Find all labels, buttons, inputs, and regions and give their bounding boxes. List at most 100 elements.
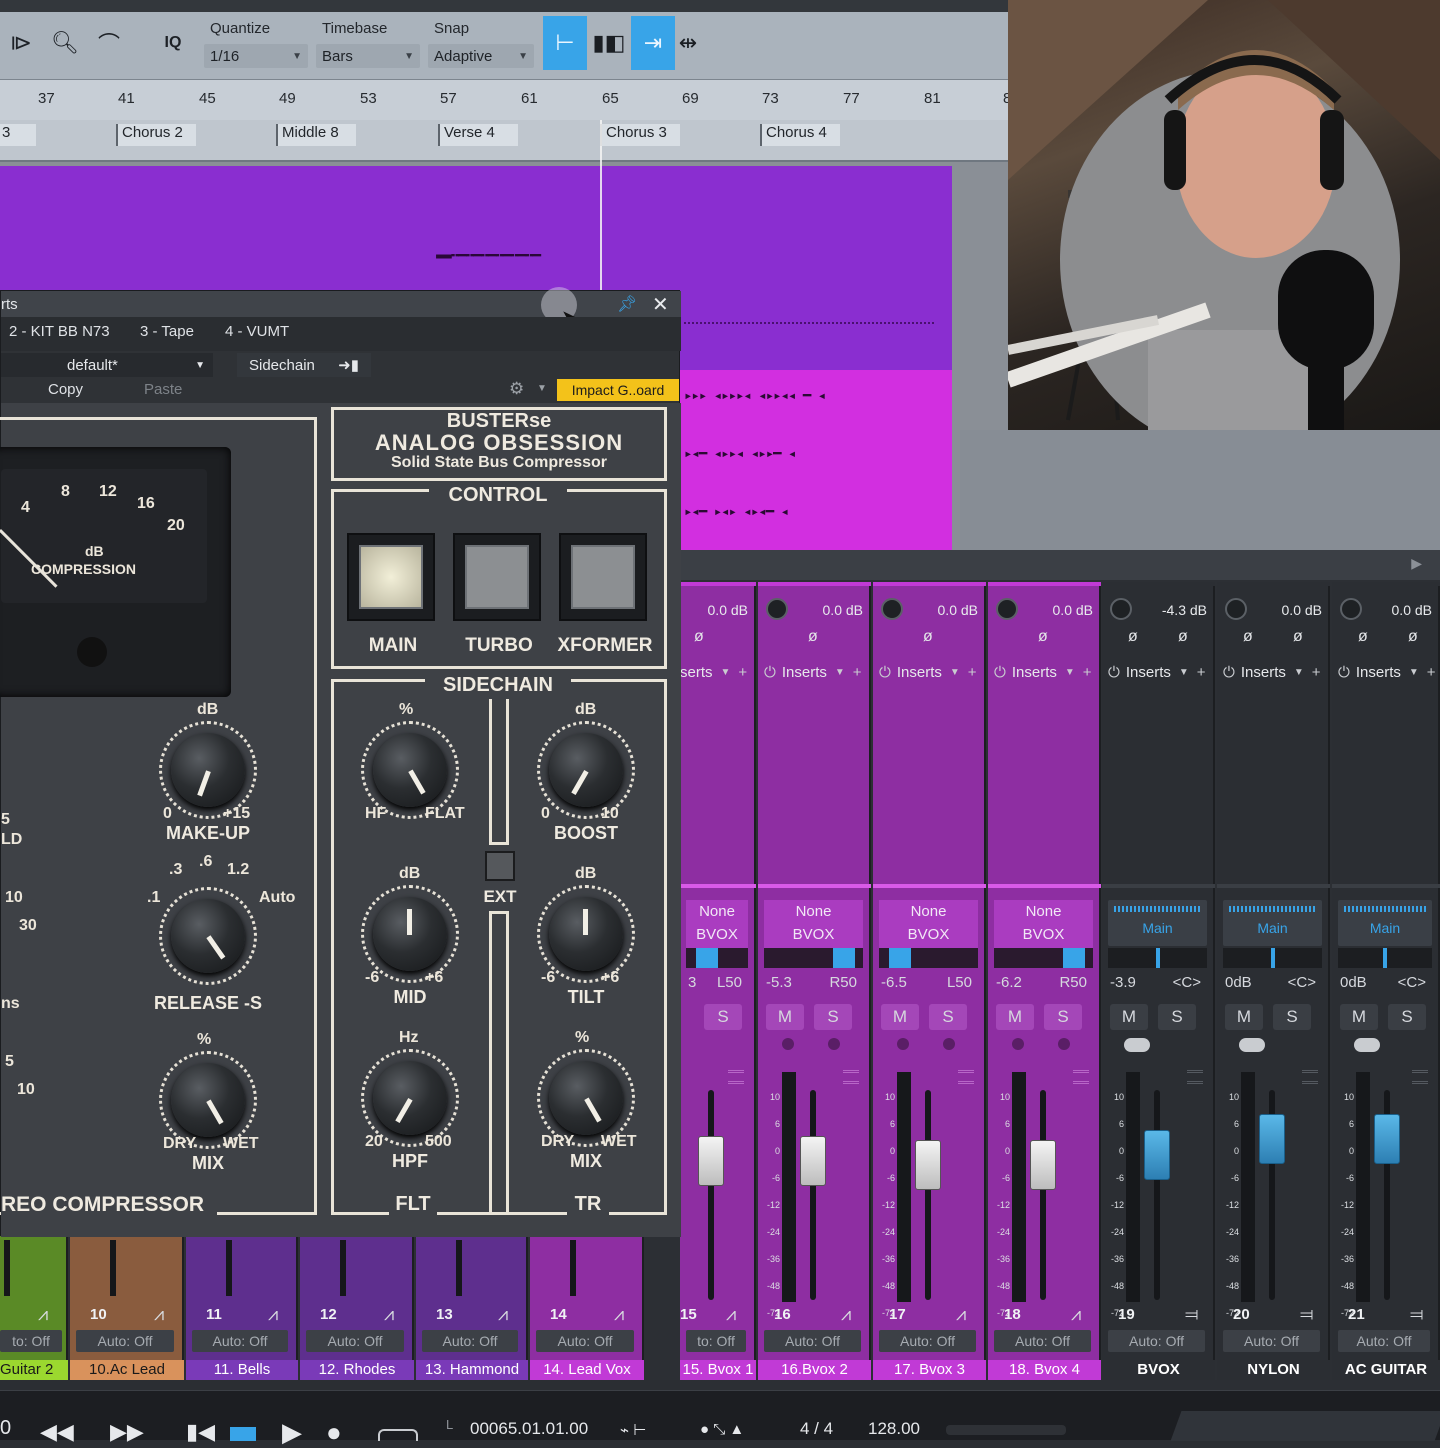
waveform-icon[interactable]: ⩘ [726,1304,736,1325]
input-gain-value[interactable]: 0.0 dB [1217,598,1330,622]
click-settings-icon[interactable]: ● ⤡ ▲ [700,1421,744,1438]
channel-name[interactable]: NYLON [1217,1360,1330,1380]
inserts-button[interactable]: ⏻ Inserts ▼ + [879,660,984,684]
channel-name[interactable]: 15. Bvox 1 [680,1360,756,1380]
monitor-icon[interactable] [943,1038,955,1050]
phase-icon[interactable]: ø [808,628,818,646]
gear-icon[interactable]: ⚙ [509,379,524,399]
time-display[interactable]: 00065.01.01.00 [470,1419,588,1439]
play-icon[interactable]: ▶ [282,1417,302,1448]
volume-fader[interactable] [915,1140,941,1190]
view-switcher[interactable] [1170,1411,1440,1441]
pan-value[interactable]: L50 [717,974,742,996]
input-gain-value[interactable]: 0.0 dB [988,598,1101,622]
automation-mode[interactable]: Auto: Off [76,1330,174,1352]
phase-icon[interactable]: ø [1178,628,1188,646]
automation-mode[interactable]: Auto: Off [764,1330,861,1352]
volume-value[interactable]: -5.3 [766,974,792,996]
volume-fader[interactable] [1374,1114,1400,1164]
marker[interactable]: Chorus 2 [116,124,196,146]
record-arm-icon[interactable] [897,1038,909,1050]
expand-icon[interactable] [958,1070,974,1084]
mix-knob[interactable] [549,1061,623,1135]
tempo[interactable]: 128.00 [868,1419,920,1439]
volume-fader[interactable] [698,1136,724,1186]
channel-name[interactable]: 16.Bvox 2 [758,1360,871,1380]
monitor-icon[interactable] [1058,1038,1070,1050]
channel-name[interactable]: BVOX [1102,1360,1215,1380]
input-gain-value[interactable]: -4.3 dB [1102,598,1215,622]
tempo-slider[interactable] [946,1425,1066,1435]
automation-mode[interactable]: Auto: Off [422,1330,518,1352]
channel-name[interactable]: AC GUITAR [1332,1360,1440,1380]
mute-button[interactable]: M [1340,1004,1378,1030]
record-arm-icon[interactable] [1012,1038,1024,1050]
snap-events-button[interactable]: ▮◧ [587,16,631,70]
record-icon[interactable]: ● [326,1417,342,1448]
volume-fader[interactable] [1030,1140,1056,1190]
chevron-down-icon[interactable]: ▼ [537,383,547,394]
channel-name[interactable]: 18. Bvox 4 [988,1360,1101,1380]
output-routing[interactable]: Main [1338,920,1432,936]
volume-value[interactable]: 0dB [1340,974,1367,996]
send-slot[interactable]: None BVOX [879,900,978,948]
input-gain-value[interactable]: 0.0 dB [680,598,756,622]
boost-knob[interactable] [549,733,623,807]
pan-slider[interactable] [994,948,1093,968]
return-to-zero-icon[interactable]: ▮◀ [186,1419,215,1445]
marker[interactable]: Chorus 3 [600,124,680,146]
automation-mode[interactable]: Auto: Off [1223,1330,1320,1352]
sidechain-button[interactable]: Sidechain ➜▮ [237,353,371,377]
quantize-dropdown[interactable]: 1/16 ▼ [204,44,308,68]
close-icon[interactable]: ✕ [652,292,669,317]
preset-chip[interactable]: Impact G..oard [557,379,679,401]
channel-name[interactable]: Guitar 2 [0,1360,68,1380]
tab-insert-2[interactable]: 2 - KIT BB N73 [9,323,110,340]
monitor-toggle[interactable] [1124,1038,1150,1052]
pan-slider[interactable] [1338,948,1432,968]
waveform-icon[interactable]: ⩘ [841,1304,851,1325]
input-gain-value[interactable]: 0.0 dB [873,598,986,622]
input-gain-value[interactable]: 0.0 dB [1332,598,1440,622]
snap-dropdown[interactable]: Adaptive ▼ [428,44,534,68]
waveform-icon[interactable]: ⩘ [1071,1304,1081,1325]
solo-button[interactable]: S [929,1004,967,1030]
pan-slider[interactable] [879,948,978,968]
hf-knob[interactable] [373,733,447,807]
automation-mode[interactable]: Auto: Off [1338,1330,1430,1352]
tab-insert-4[interactable]: 4 - VUMT [225,323,289,340]
phase-icon[interactable]: ø [1293,628,1303,646]
ext-button[interactable] [485,851,515,881]
inserts-button[interactable]: ⏻ Inserts ▼ + [1338,660,1438,684]
bus-icon[interactable]: ⫤ [1300,1304,1314,1325]
preset-dropdown[interactable]: default* ▼ [1,353,213,377]
precount-icon[interactable]: ⌁ ⊢ [620,1421,646,1439]
record-arm-icon[interactable] [782,1038,794,1050]
main-button[interactable] [347,533,435,621]
expand-icon[interactable] [1073,1070,1089,1084]
tilt-knob[interactable] [549,897,623,971]
monitor-toggle[interactable] [1239,1038,1265,1052]
forward-icon[interactable]: ▶▶ [110,1419,144,1445]
inserts-button[interactable]: serts ▼ + [680,660,748,684]
expand-icon[interactable] [1412,1070,1428,1084]
waveform-icon[interactable]: ⩘ [154,1304,164,1325]
output-routing[interactable]: Main [1108,920,1207,936]
pan-slider[interactable] [686,948,748,968]
monitor-toggle[interactable] [1354,1038,1380,1052]
pan-slider[interactable] [1223,948,1322,968]
waveform-icon[interactable]: ⩘ [38,1304,48,1325]
mute-button[interactable]: M [1225,1004,1263,1030]
mix-knob[interactable] [171,1063,245,1137]
channel-name[interactable]: 13. Hammond [416,1360,528,1380]
timebase-dropdown[interactable]: Bars ▼ [316,44,420,68]
volume-value[interactable]: -6.5 [881,974,907,996]
turbo-button[interactable] [453,533,541,621]
send-slot[interactable]: None BVOX [764,900,863,948]
split-tool-icon[interactable]: ⧐ [4,26,38,60]
release-knob[interactable] [171,899,245,973]
automation-mode[interactable]: to: Off [686,1330,746,1352]
phase-icon[interactable]: ø [1128,628,1138,646]
automation-mode[interactable]: Auto: Off [536,1330,634,1352]
pan-slider[interactable] [764,948,863,968]
